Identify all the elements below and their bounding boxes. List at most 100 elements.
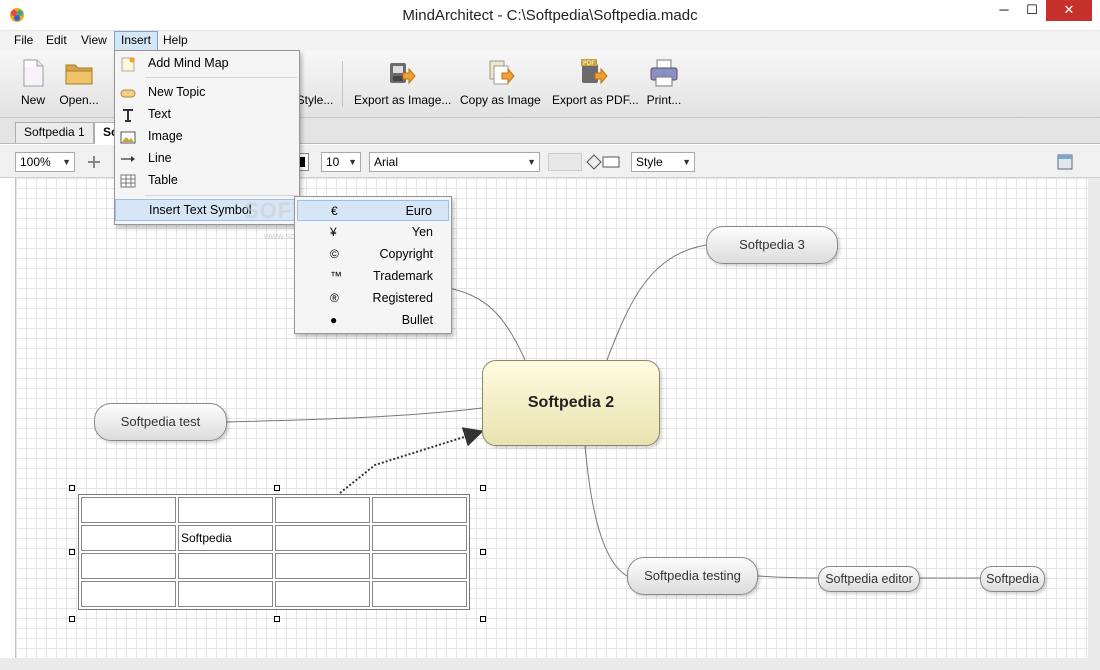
menu-item-label: Line — [148, 151, 172, 165]
topic-softpedia-editor[interactable]: Softpedia editor — [818, 566, 920, 592]
menu-item-table[interactable]: Table — [115, 170, 299, 192]
menu-item-image[interactable]: Image — [115, 126, 299, 148]
table-cell[interactable] — [178, 553, 273, 579]
symbol-item-bullet[interactable]: ● Bullet — [297, 310, 449, 331]
bullet-symbol: ● — [330, 313, 338, 327]
topic-softpedia-testing[interactable]: Softpedia testing — [627, 557, 758, 595]
open-button[interactable]: Open... — [56, 57, 102, 113]
menu-separator — [145, 195, 297, 196]
table-cell[interactable] — [372, 581, 467, 607]
topic-softpedia[interactable]: Softpedia — [980, 566, 1045, 592]
trademark-symbol: ™ — [330, 269, 342, 283]
minimize-button[interactable]: ─ — [990, 0, 1018, 21]
resize-handle[interactable] — [480, 616, 486, 622]
export-image-button[interactable]: Export as Image... — [354, 57, 451, 113]
table-cell[interactable] — [372, 525, 467, 551]
close-button[interactable]: ✕ — [1046, 0, 1092, 21]
table-cell-edit[interactable]: Softpedia — [178, 525, 273, 551]
table-cell[interactable] — [81, 497, 176, 523]
symbol-item-copyright[interactable]: © Copyright — [297, 244, 449, 265]
font-size-select[interactable]: 10 ▼ — [321, 152, 361, 172]
menu-separator — [145, 77, 297, 78]
folder-icon — [65, 64, 93, 85]
topic-softpedia-3[interactable]: Softpedia 3 — [706, 226, 838, 264]
export-pdf-icon: PDF — [581, 59, 608, 85]
symbol-item-registered[interactable]: ® Registered — [297, 288, 449, 309]
table-cell[interactable] — [275, 581, 370, 607]
maximize-button[interactable]: ☐ — [1018, 0, 1046, 21]
print-button[interactable]: Print... — [644, 57, 684, 113]
table-cell[interactable] — [81, 553, 176, 579]
menu-item-label: Text — [148, 107, 171, 121]
new-button[interactable]: New — [14, 57, 52, 113]
vertical-scrollbar[interactable] — [1088, 178, 1100, 670]
text-symbol-submenu: € Euro ¥ Yen © Copyright ™ Trademark ® R… — [294, 196, 452, 334]
menu-item-label: Image — [148, 129, 183, 143]
title-bar: MindArchitect - C:\Softpedia\Softpedia.m… — [0, 0, 1100, 31]
menu-bar: File Edit View Insert Help — [0, 31, 1100, 51]
menu-item-label: Table — [148, 173, 178, 187]
table-cell[interactable] — [81, 581, 176, 607]
menu-view[interactable]: View — [75, 31, 113, 51]
resize-handle[interactable] — [480, 485, 486, 491]
menu-edit[interactable]: Edit — [40, 31, 73, 51]
zoom-select[interactable]: 100% ▼ — [15, 152, 75, 172]
tab-softpedia-1[interactable]: Softpedia 1 — [15, 122, 94, 143]
copy-image-label: Copy as Image — [460, 93, 541, 107]
menu-item-new-topic[interactable]: New Topic — [115, 82, 299, 104]
copy-image-icon — [489, 60, 515, 85]
table-cell[interactable] — [275, 553, 370, 579]
shape-selector-icon[interactable] — [586, 153, 622, 171]
horizontal-scrollbar[interactable] — [0, 658, 1100, 670]
symbol-item-yen[interactable]: ¥ Yen — [297, 222, 449, 243]
add-icon[interactable] — [85, 153, 103, 171]
table-cell[interactable] — [178, 581, 273, 607]
menu-file[interactable]: File — [8, 31, 39, 51]
panel-toggle-icon[interactable] — [1056, 153, 1074, 171]
maximize-icon: ☐ — [1026, 2, 1038, 17]
style-select[interactable]: Style ▼ — [631, 152, 695, 172]
menu-help[interactable]: Help — [157, 31, 194, 51]
copy-image-button[interactable]: Copy as Image — [460, 57, 541, 113]
mindmap-table[interactable]: Softpedia — [78, 494, 470, 610]
style-label: Style... — [296, 93, 334, 107]
table-cell[interactable] — [372, 497, 467, 523]
symbol-name: Yen — [411, 225, 433, 239]
style-value: Style — [636, 155, 663, 169]
menu-item-line[interactable]: Line — [115, 148, 299, 170]
resize-handle[interactable] — [69, 549, 75, 555]
print-label: Print... — [646, 93, 682, 107]
resize-handle[interactable] — [274, 485, 280, 491]
export-image-icon — [390, 63, 416, 85]
export-pdf-button[interactable]: PDF Export as PDF... — [552, 57, 639, 113]
resize-handle[interactable] — [69, 485, 75, 491]
menu-item-text[interactable]: Text — [115, 104, 299, 126]
topic-softpedia-test[interactable]: Softpedia test — [94, 403, 227, 441]
font-family-value: Arial — [374, 155, 399, 169]
menu-insert[interactable]: Insert — [114, 31, 159, 51]
window-title: MindArchitect - C:\Softpedia\Softpedia.m… — [402, 7, 698, 24]
table-cell[interactable] — [275, 497, 370, 523]
font-family-select[interactable]: Arial ▼ — [369, 152, 540, 172]
table-cell[interactable] — [372, 553, 467, 579]
symbol-name: Copyright — [379, 247, 434, 261]
euro-symbol: € — [331, 204, 338, 218]
menu-item-add-mind-map[interactable]: Add Mind Map — [115, 53, 299, 75]
central-topic[interactable]: Softpedia 2 — [482, 360, 660, 446]
table-cell[interactable] — [275, 525, 370, 551]
fill-color-swatch[interactable] — [548, 153, 582, 171]
table-row — [81, 497, 467, 523]
menu-item-label: Add Mind Map — [148, 56, 229, 70]
chevron-down-icon: ▼ — [527, 157, 536, 167]
symbol-item-trademark[interactable]: ™ Trademark — [297, 266, 449, 287]
resize-handle[interactable] — [274, 616, 280, 622]
symbol-item-euro[interactable]: € Euro — [297, 200, 449, 221]
resize-handle[interactable] — [480, 549, 486, 555]
table-cell[interactable] — [178, 497, 273, 523]
table-cell[interactable] — [81, 525, 176, 551]
resize-handle[interactable] — [69, 616, 75, 622]
symbol-name: Euro — [405, 204, 432, 218]
style-button[interactable]: Style... — [294, 57, 336, 113]
yen-symbol: ¥ — [330, 225, 337, 239]
table-object[interactable]: Softpedia — [78, 494, 470, 610]
